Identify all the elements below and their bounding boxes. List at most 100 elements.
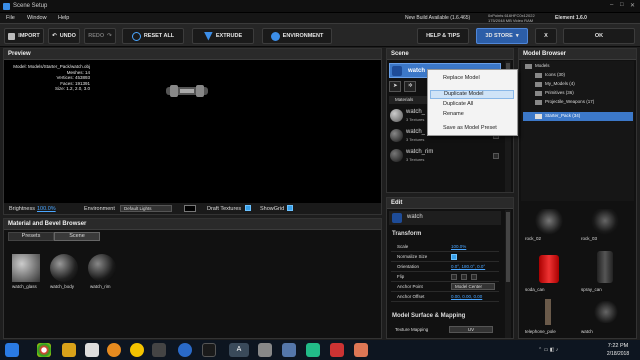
reset-all-label: RESET ALL [143,33,175,39]
red-app-icon[interactable] [330,343,344,357]
texture-mapping-dropdown[interactable]: UV [449,326,493,333]
edit-scrollbar[interactable] [505,210,511,338]
extrude-label: EXTRUDE [215,33,243,39]
material-thumb-body[interactable] [50,254,78,282]
import-label: IMPORT [18,33,40,39]
ok-button[interactable]: OK [563,28,635,44]
tree-item-icons[interactable]: Icons (30) [523,72,633,80]
move-tool[interactable]: ➤ [389,81,401,92]
tree-item-projectile-weapons[interactable]: Projectile_Weapons (17) [523,99,633,107]
arrow-icon: ➤ [393,83,398,89]
element-app-icon[interactable]: A [229,343,249,357]
anchor-offset-row: Anchor Offset 0.00, 0.00, 0.00 [391,292,499,302]
normalize-checkbox[interactable] [451,253,457,260]
anchor-offset-value[interactable]: 0.00, 0.00, 0.00 [451,294,482,299]
help-tips-button[interactable]: HELP & TIPS [417,28,469,44]
menu-help[interactable]: Help [58,15,69,21]
rhino-icon[interactable] [130,343,144,357]
model-icon [392,213,402,223]
material-row-3-thumb [390,149,403,162]
ctx-rename[interactable]: Rename [443,111,464,117]
background-color-swatch[interactable] [184,205,196,212]
tree-item-my-models[interactable]: My_Models (4) [523,81,633,89]
tree-item-primitives[interactable]: Primitives (36) [523,90,633,98]
environment-dropdown[interactable]: Default Lights [120,205,172,212]
tree-item-models[interactable]: Models [523,63,633,71]
reset-all-button[interactable]: RESET ALL [122,28,184,44]
cinema4d-icon[interactable] [178,343,192,357]
import-button[interactable]: IMPORT [4,28,44,44]
windows-start-icon[interactable] [5,343,19,357]
orientation-row: Orientation 0.0°, 180.0°, 0.0° [391,262,499,272]
close-window-button[interactable]: ✕ [630,2,635,9]
terminal-icon[interactable] [202,343,216,357]
ctx-duplicate-model[interactable]: Duplicate Model [430,90,514,99]
thumb-soda-can[interactable] [539,255,559,283]
edit-scroll-thumb[interactable] [506,212,510,282]
folder-icon[interactable] [62,343,76,357]
app-icon[interactable] [306,343,320,357]
blender-icon[interactable] [107,343,121,357]
unity-icon[interactable] [152,343,166,357]
task-app-icon[interactable] [85,343,99,357]
tree-label-icons: Icons (30) [545,72,566,77]
orientation-value[interactable]: 0.0°, 180.0°, 0.0° [451,264,485,269]
brightness-value[interactable]: 100.0% [37,206,56,212]
material-row-3-toggle[interactable] [493,153,499,159]
discord-icon[interactable] [282,343,296,357]
extrude-icon [203,31,213,41]
clock-date[interactable]: 2/18/2018 [600,351,636,357]
clock-time[interactable]: 7:22 PM [600,343,636,349]
ctx-replace-model[interactable]: Replace Model [443,75,480,81]
3d-store-button[interactable]: 3D STORE ▾ [476,28,528,44]
flip-x-checkbox[interactable] [451,273,457,280]
tab-scene[interactable]: Scene [54,232,100,241]
watch-model[interactable] [164,84,210,98]
element-version: Element 1.6.0 [555,15,587,21]
scale-value[interactable]: 100.0% [451,244,466,249]
cancel-button[interactable]: X [535,28,557,44]
thumb-rock-03[interactable] [591,209,619,235]
extrude-button[interactable]: EXTRUDE [192,28,254,44]
ctx-save-preset[interactable]: Save as Model Preset [443,125,497,131]
menu-file[interactable]: File [6,15,15,21]
material-row-1-thumb [390,109,403,122]
anchor-label: Anchor Point [397,284,423,289]
minimize-button[interactable]: – [610,2,613,8]
thumb-rock-02[interactable] [535,209,563,235]
redo-icon: ↷ [107,33,112,39]
tray-icons[interactable]: ⌃ ▭ ◧ ♪ [538,347,558,353]
rotate-tool[interactable]: ✲ [404,81,416,92]
draft-textures-checkbox[interactable] [245,205,251,211]
material-thumb-rim[interactable] [88,254,116,282]
new-build-link[interactable]: New Build Available (1.6.465) [405,15,470,21]
maximize-button[interactable]: □ [620,2,624,8]
menu-window[interactable]: Window [27,15,47,21]
thumb-watch[interactable] [593,301,619,323]
flip-z-checkbox[interactable] [471,273,477,280]
tree-item-starter-pack[interactable]: Starter_Pack (34) [523,112,633,121]
flip-y-checkbox[interactable] [461,273,467,280]
edit-item-label: watch [407,214,423,220]
undo-button[interactable]: ↶ UNDO [48,28,80,44]
photoshop-icon[interactable] [258,343,272,357]
folder-icon [535,82,542,87]
thumb-telephone-pole[interactable] [545,299,551,325]
preview-viewport[interactable]: Model: Models/Starter_Pack/watch.obj Mes… [4,60,381,203]
tab-presets[interactable]: Presets [8,232,54,241]
redo-button[interactable]: REDO ↷ [84,28,116,44]
environment-button[interactable]: ENVIRONMENT [262,28,332,44]
material-row-3[interactable]: watch_rim 3 Textures [389,147,501,165]
ctx-duplicate-all[interactable]: Duplicate All [443,101,473,107]
app-icon-2[interactable] [354,343,368,357]
show-grid-checkbox[interactable] [287,205,293,211]
material-thumb-glass[interactable] [12,254,40,282]
material-row-2-sub: 3 Textures [406,137,425,142]
chrome-icon[interactable] [37,343,51,357]
anchor-dropdown[interactable]: Model Center [451,283,495,290]
texture-mapping-label: Texture Mapping [395,327,429,332]
model-size: Size: 1.2, 2.0, 3.0 [54,86,90,91]
material-label-rim: watch_rim [90,284,111,289]
thumb-spray-can[interactable] [597,251,613,283]
folder-icon [525,64,532,69]
